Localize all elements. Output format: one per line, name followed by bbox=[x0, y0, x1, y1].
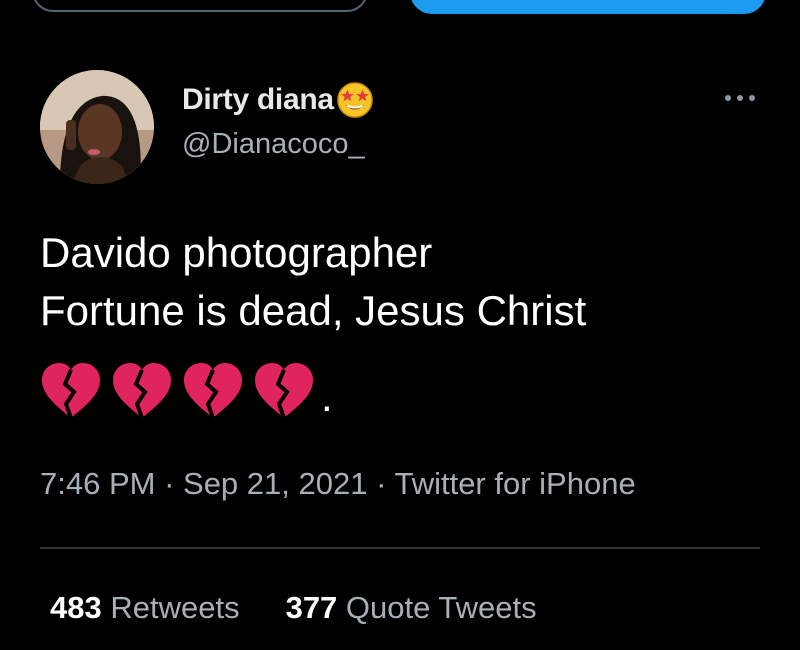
broken-heart-icon bbox=[255, 363, 313, 419]
quote-tweets-count: 377 bbox=[285, 590, 338, 625]
broken-heart-icon bbox=[184, 363, 242, 419]
more-horizontal-icon[interactable] bbox=[720, 86, 760, 110]
follow-outline-button[interactable] bbox=[32, 0, 368, 12]
meta-separator: · bbox=[155, 466, 184, 501]
primary-action-button[interactable] bbox=[410, 0, 766, 14]
retweets-link[interactable]: 483 Retweets bbox=[50, 590, 240, 625]
tweet-time[interactable]: 7:46 PM bbox=[40, 466, 155, 501]
avatar-image bbox=[40, 70, 154, 184]
tweet-text: Davido photographer Fortune is dead, Jes… bbox=[40, 224, 780, 340]
user-name-row[interactable]: Dirty diana bbox=[182, 82, 374, 118]
broken-heart-icon bbox=[42, 363, 100, 419]
tweet-meta: 7:46 PM · Sep 21, 2021 · Twitter for iPh… bbox=[40, 466, 636, 502]
divider bbox=[40, 547, 760, 549]
tweet-stats: 483 Retweets 377 Quote Tweets bbox=[50, 590, 537, 626]
tweet-text-line-2: Fortune is dead, Jesus Christ bbox=[40, 287, 587, 334]
broken-heart-icon bbox=[113, 363, 171, 419]
quote-tweets-link[interactable]: 377 Quote Tweets bbox=[286, 590, 537, 625]
retweets-label: Retweets bbox=[101, 590, 240, 625]
user-handle[interactable]: @Dianacoco_ bbox=[182, 128, 365, 161]
meta-separator: · bbox=[367, 466, 395, 501]
quote-tweets-label: Quote Tweets bbox=[337, 590, 537, 625]
star-struck-emoji-icon bbox=[336, 82, 373, 118]
tweet-text-end: . bbox=[321, 373, 333, 420]
display-name[interactable]: Dirty diana bbox=[182, 83, 334, 117]
tweet-date[interactable]: Sep 21, 2021 bbox=[183, 466, 367, 501]
tweet-source[interactable]: Twitter for iPhone bbox=[394, 466, 635, 501]
avatar[interactable] bbox=[40, 70, 154, 184]
retweets-count: 483 bbox=[50, 590, 102, 625]
tweet-text-line-1: Davido photographer bbox=[40, 229, 433, 276]
tweet-emoji-row: . bbox=[40, 358, 333, 420]
